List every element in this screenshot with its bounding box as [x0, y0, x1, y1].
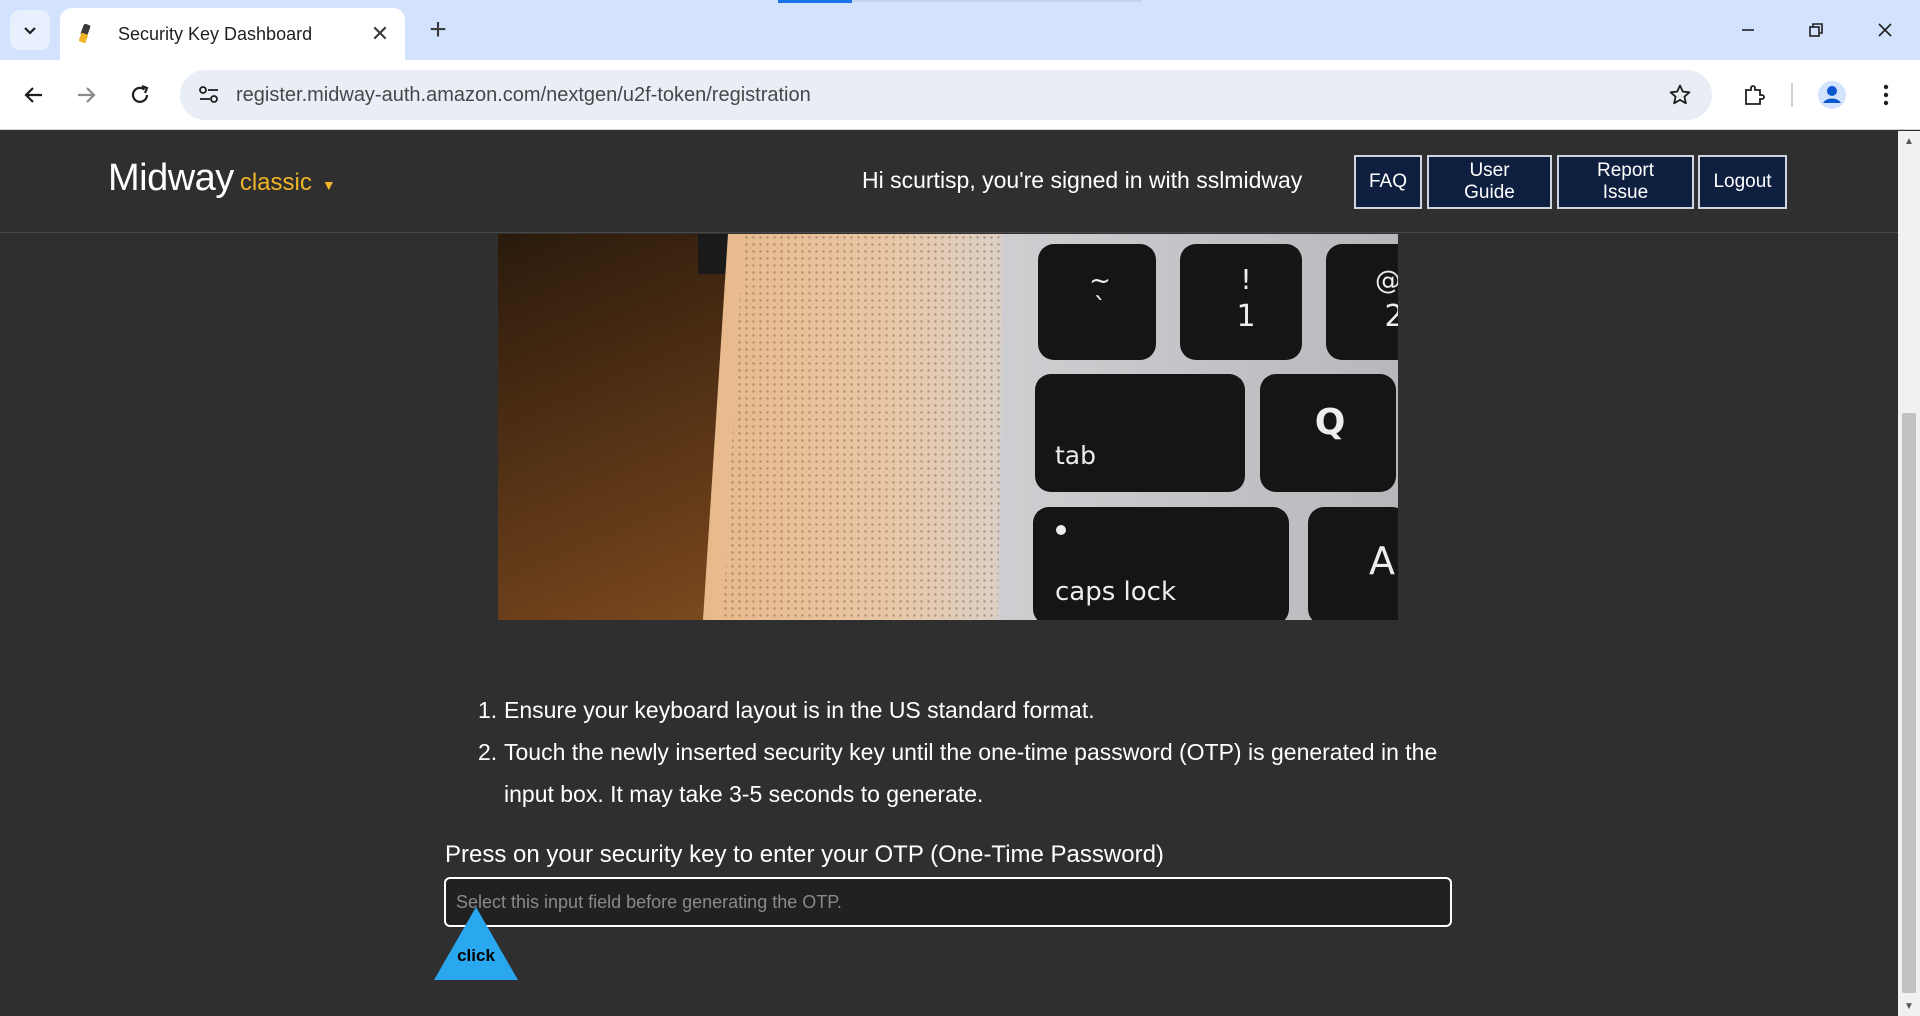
new-tab-button[interactable]: +	[420, 12, 456, 48]
tune-icon[interactable]	[194, 80, 224, 110]
scrollbar-thumb[interactable]	[1902, 413, 1916, 993]
address-bar[interactable]: register.midway-auth.amazon.com/nextgen/…	[180, 70, 1712, 120]
tab-close-icon[interactable]: ✕	[369, 21, 391, 47]
logout-button[interactable]: Logout	[1698, 155, 1787, 209]
keyboard-illustration: ~ ` ! 1 @ 2 tab Q caps lock A	[498, 234, 1398, 620]
security-key-icon	[74, 23, 96, 45]
reload-icon	[131, 84, 149, 103]
tab-strip-divider	[852, 0, 1142, 2]
profile-icon	[1818, 81, 1846, 109]
minimize-icon	[1742, 29, 1754, 31]
key-caps-lock: caps lock	[1055, 577, 1176, 607]
arrow-right-icon	[78, 87, 96, 103]
back-button[interactable]	[14, 75, 54, 115]
keyboard-photo: ~ ` ! 1 @ 2 tab Q caps lock A	[498, 234, 1398, 620]
browser-menu-button[interactable]	[1866, 75, 1906, 115]
key-two: 2	[1384, 299, 1398, 334]
key-a: A	[1369, 539, 1395, 583]
faq-button[interactable]: FAQ	[1354, 155, 1422, 209]
tab-title: Security Key Dashboard	[118, 23, 313, 44]
instruction-list: 1. Ensure your keyboard layout is in the…	[478, 689, 1438, 815]
restore-icon	[1809, 23, 1823, 37]
reload-button[interactable]	[120, 75, 160, 115]
chevron-down-icon	[24, 27, 36, 35]
tab-strip-indicator	[778, 0, 852, 3]
list-item: 1. Ensure your keyboard layout is in the…	[478, 689, 1438, 731]
step-text: Touch the newly inserted security key un…	[504, 739, 1438, 807]
page-scrollbar[interactable]: ▲ ▼	[1898, 131, 1920, 1016]
caret-down-icon[interactable]: ▼	[322, 177, 336, 193]
browser-toolbar: register.midway-auth.amazon.com/nextgen/…	[0, 60, 1920, 130]
browser-tab-bar: Security Key Dashboard ✕ +	[0, 0, 1920, 60]
otp-input[interactable]	[444, 877, 1452, 927]
close-window-button[interactable]	[1860, 10, 1910, 50]
browser-tab[interactable]: Security Key Dashboard ✕	[60, 8, 405, 60]
site-header: Midway classic ▼ Hi scurtisp, you're sig…	[0, 131, 1898, 233]
tab-search-button[interactable]	[10, 10, 50, 50]
key-q: Q	[1315, 402, 1346, 443]
signed-in-greeting: Hi scurtisp, you're signed in with sslmi…	[862, 167, 1303, 193]
list-item: 2. Touch the newly inserted security key…	[478, 731, 1438, 815]
restore-button[interactable]	[1791, 10, 1841, 50]
kebab-menu-icon	[1883, 84, 1889, 106]
url-text[interactable]: register.midway-auth.amazon.com/nextgen/…	[236, 84, 1660, 107]
forward-button[interactable]	[66, 75, 106, 115]
scroll-up-icon[interactable]: ▲	[1898, 131, 1920, 151]
user-guide-button[interactable]: User Guide	[1427, 155, 1552, 209]
mode-selector[interactable]: classic	[240, 169, 312, 197]
report-issue-button[interactable]: Report Issue	[1557, 155, 1694, 209]
step-text: Ensure your keyboard layout is in the US…	[504, 697, 1095, 723]
click-annotation-label: click	[457, 946, 495, 965]
click-marker-icon	[434, 907, 518, 980]
brand-logo[interactable]: Midway classic ▼	[108, 157, 336, 200]
close-icon	[1878, 23, 1892, 37]
minimize-button[interactable]	[1723, 10, 1773, 50]
star-icon[interactable]	[1660, 75, 1700, 115]
key-backtick: `	[1094, 293, 1107, 323]
otp-label: Press on your security key to enter your…	[445, 841, 1164, 868]
toolbar-separator	[1791, 83, 1793, 107]
key-tilde: ~	[1089, 266, 1111, 296]
brand-name: Midway	[108, 157, 234, 199]
profile-button[interactable]	[1812, 75, 1852, 115]
step-number: 1.	[478, 697, 498, 723]
scroll-down-icon[interactable]: ▼	[1898, 996, 1920, 1016]
step-number: 2.	[478, 739, 498, 765]
key-exclaim: !	[1240, 263, 1251, 296]
arrow-left-icon	[24, 87, 42, 103]
key-at: @	[1375, 266, 1398, 296]
puzzle-icon	[1745, 85, 1765, 105]
key-tab: tab	[1055, 441, 1096, 470]
key-one: 1	[1236, 299, 1255, 334]
extensions-button[interactable]	[1734, 75, 1774, 115]
